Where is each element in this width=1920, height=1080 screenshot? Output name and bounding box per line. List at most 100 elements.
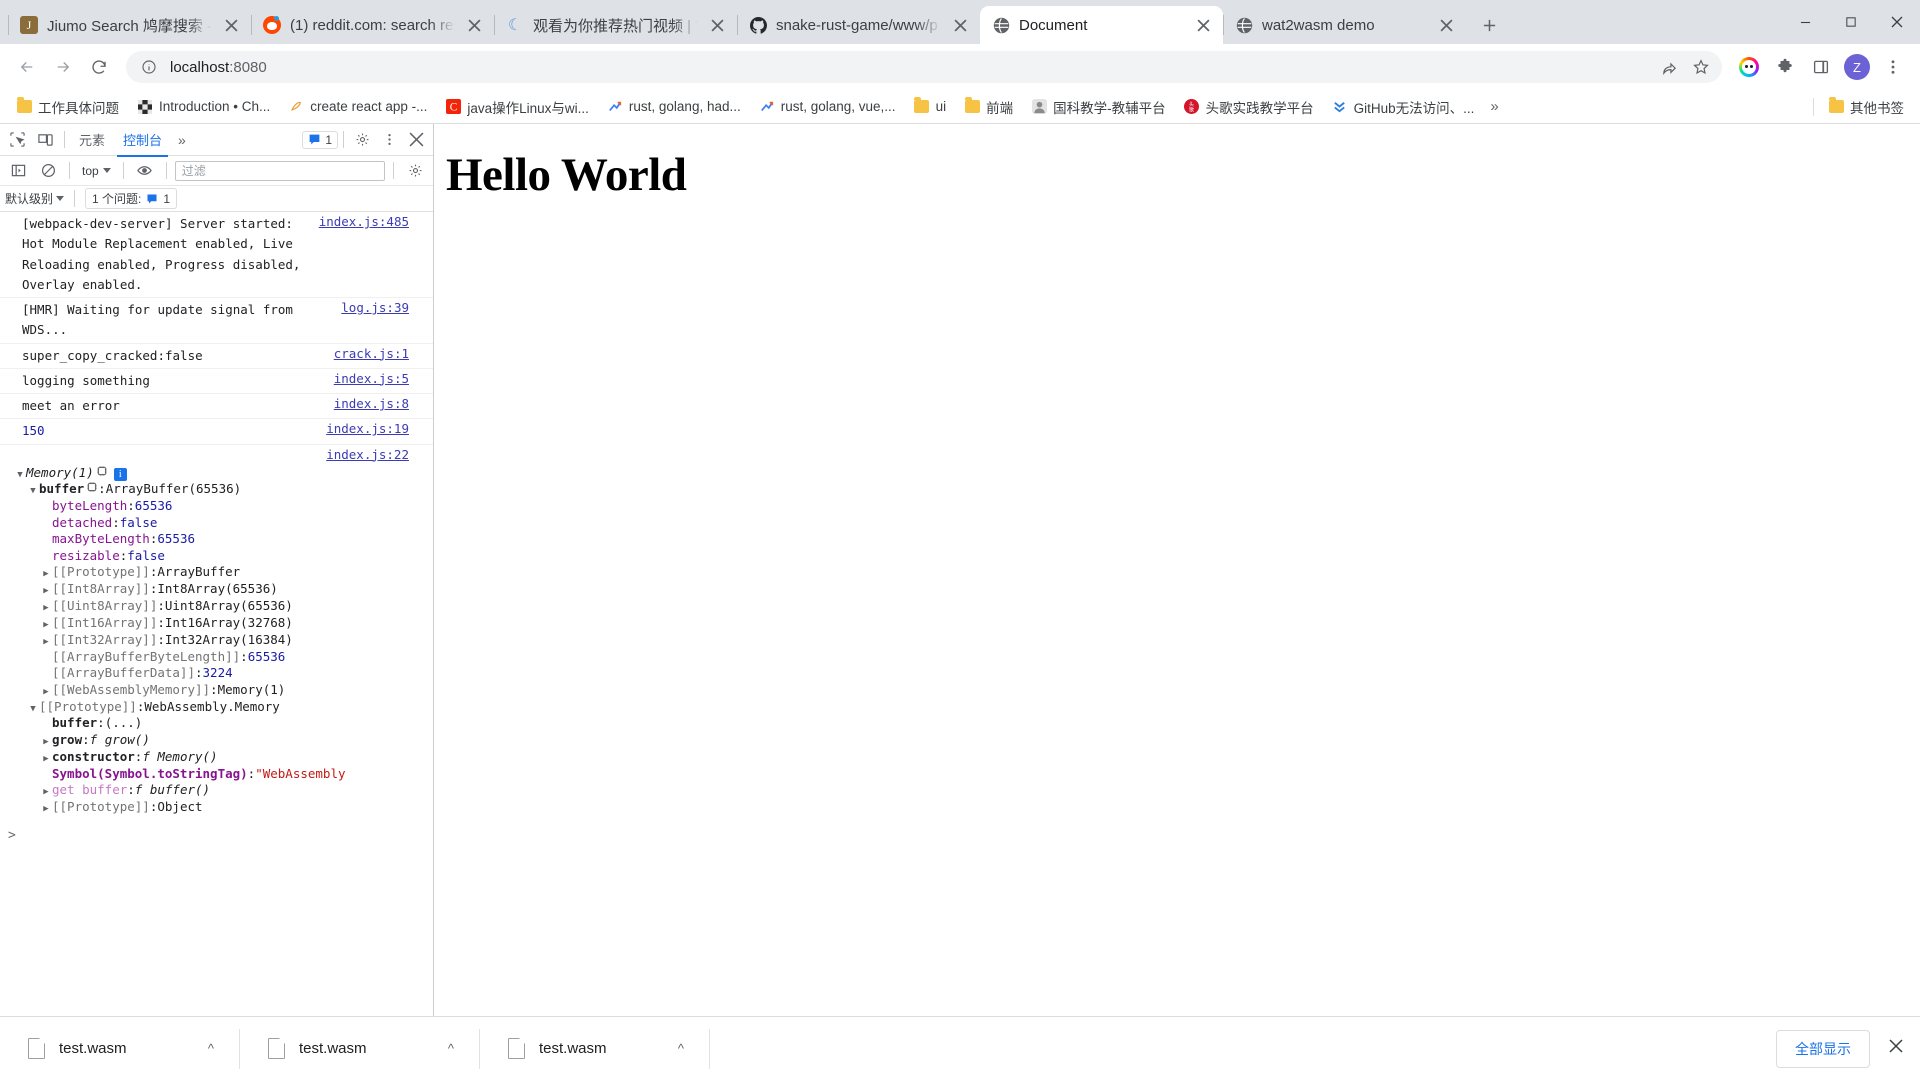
disclosure-triangle-icon[interactable] bbox=[40, 804, 52, 816]
browser-tab-tiktok[interactable]: ☾ 观看为你推荐热门视频 | Tik bbox=[494, 6, 737, 44]
chevron-up-icon[interactable]: ^ bbox=[638, 1041, 684, 1056]
tab-close-button[interactable] bbox=[1193, 15, 1213, 35]
other-bookmarks-button[interactable]: 其他书签 bbox=[1820, 93, 1912, 121]
download-item[interactable]: test.wasm ^ bbox=[240, 1027, 480, 1071]
disclosure-triangle-icon[interactable] bbox=[40, 620, 52, 632]
bookmark-item[interactable]: 国科教学-教辅平台 bbox=[1023, 93, 1174, 121]
inspect-element-icon[interactable] bbox=[4, 127, 30, 153]
log-source-link[interactable]: log.js:39 bbox=[341, 300, 433, 315]
gear-icon[interactable] bbox=[349, 127, 375, 153]
close-icon[interactable] bbox=[1874, 0, 1920, 44]
puzzle-icon[interactable] bbox=[1768, 50, 1802, 84]
browser-tab-jiumo[interactable]: J Jiumo Search 鸠摩搜索 - 丁 bbox=[8, 6, 251, 44]
browser-tab-document[interactable]: Document bbox=[980, 6, 1223, 44]
reload-icon[interactable] bbox=[82, 50, 116, 84]
browser-tab-reddit[interactable]: (1) reddit.com: search res bbox=[251, 6, 494, 44]
devtools-more-tabs-button[interactable]: » bbox=[172, 132, 192, 148]
tab-close-button[interactable] bbox=[464, 15, 484, 35]
console-filter-input[interactable]: 过滤 bbox=[175, 161, 385, 181]
bookmark-item[interactable]: create react app -... bbox=[280, 95, 435, 119]
info-badge-icon[interactable]: i bbox=[114, 468, 127, 481]
issues-summary-pill[interactable]: 1 个问题: 1 bbox=[85, 188, 177, 209]
minimize-icon[interactable] bbox=[1782, 0, 1828, 44]
disclosure-triangle-icon[interactable] bbox=[27, 486, 39, 498]
maximize-icon[interactable] bbox=[1828, 0, 1874, 44]
clear-console-icon[interactable] bbox=[35, 158, 61, 184]
colorful-extension-icon[interactable] bbox=[1732, 50, 1766, 84]
object-tree-node[interactable]: [[Prototype]]: ArrayBuffer bbox=[0, 564, 433, 581]
disclosure-triangle-icon[interactable] bbox=[40, 603, 52, 615]
console-prompt[interactable]: > bbox=[0, 822, 433, 843]
log-source-link[interactable]: index.js:5 bbox=[334, 371, 433, 386]
disclosure-triangle-icon[interactable] bbox=[40, 754, 52, 766]
side-panel-icon[interactable] bbox=[1804, 50, 1838, 84]
object-tree-node[interactable]: [[ArrayBufferData]]: 3224 bbox=[0, 665, 433, 682]
object-tree-node[interactable]: byteLength: 65536 bbox=[0, 498, 433, 515]
share-icon[interactable] bbox=[1654, 52, 1684, 82]
disclosure-triangle-icon[interactable] bbox=[40, 687, 52, 699]
object-tree-node[interactable]: get buffer: f buffer() bbox=[0, 782, 433, 799]
log-source-link[interactable]: index.js:22 bbox=[326, 447, 433, 462]
address-bar[interactable]: localhost:8080 bbox=[126, 51, 1722, 83]
object-tree-node[interactable]: [[Int32Array]]: Int32Array(16384) bbox=[0, 632, 433, 649]
console-level-selector[interactable]: 默认级别 bbox=[5, 190, 64, 207]
back-icon[interactable] bbox=[10, 50, 44, 84]
object-tree-node[interactable]: [[Prototype]]: WebAssembly.Memory bbox=[0, 699, 433, 716]
object-tree-node[interactable]: [[Int8Array]]: Int8Array(65536) bbox=[0, 581, 433, 598]
bookmark-item[interactable]: rust, golang, had... bbox=[599, 95, 749, 119]
disclosure-triangle-icon[interactable] bbox=[40, 586, 52, 598]
disclosure-triangle-icon[interactable] bbox=[14, 470, 26, 482]
console-output[interactable]: [webpack-dev-server] Server started: Hot… bbox=[0, 212, 433, 1016]
bookmark-item[interactable]: ui bbox=[906, 95, 955, 119]
object-tree-node[interactable]: buffer: (...) bbox=[0, 715, 433, 732]
info-circle-icon[interactable] bbox=[138, 56, 160, 78]
show-all-downloads-button[interactable]: 全部显示 bbox=[1776, 1030, 1870, 1068]
star-icon[interactable] bbox=[1686, 52, 1716, 82]
log-source-link[interactable]: index.js:485 bbox=[319, 214, 433, 229]
download-item[interactable]: test.wasm ^ bbox=[480, 1027, 710, 1071]
avatar[interactable]: Z bbox=[1840, 50, 1874, 84]
close-icon[interactable] bbox=[403, 127, 429, 153]
object-tree-node[interactable]: buffer: ArrayBuffer(65536) bbox=[0, 481, 433, 498]
disclosure-triangle-icon[interactable] bbox=[27, 704, 39, 716]
forward-icon[interactable] bbox=[46, 50, 80, 84]
bookmark-item[interactable]: 前端 bbox=[956, 93, 1021, 121]
show-console-sidebar-icon[interactable] bbox=[5, 158, 31, 184]
object-tree-node[interactable]: grow: f grow() bbox=[0, 732, 433, 749]
download-item[interactable]: test.wasm ^ bbox=[0, 1027, 240, 1071]
devtools-tab-console[interactable]: 控制台 bbox=[115, 124, 170, 156]
object-tree-node[interactable]: maxByteLength: 65536 bbox=[0, 531, 433, 548]
bookmark-item[interactable]: Introduction • Ch... bbox=[129, 95, 278, 119]
bookmark-item[interactable]: 头歌 头歌实践教学平台 bbox=[1176, 93, 1322, 121]
device-toolbar-icon[interactable] bbox=[32, 127, 58, 153]
issues-badge[interactable]: 1 bbox=[302, 131, 338, 149]
close-icon[interactable] bbox=[1888, 1038, 1904, 1059]
bookmark-item[interactable]: C java操作Linux与wi... bbox=[437, 93, 597, 121]
three-dot-menu-icon[interactable] bbox=[376, 127, 402, 153]
object-tree-node[interactable]: Symbol(Symbol.toStringTag): "WebAssembly bbox=[0, 766, 433, 783]
console-context-selector[interactable]: top bbox=[78, 162, 115, 180]
object-tree-node[interactable]: [[Int16Array]]: Int16Array(32768) bbox=[0, 615, 433, 632]
disclosure-triangle-icon[interactable] bbox=[40, 787, 52, 799]
tab-close-button[interactable] bbox=[1436, 15, 1456, 35]
disclosure-triangle-icon[interactable] bbox=[40, 637, 52, 649]
log-source-link[interactable]: index.js:19 bbox=[326, 421, 433, 436]
object-tree-node[interactable]: Memory(1)i bbox=[0, 465, 433, 482]
browser-tab-wat2wasm[interactable]: wat2wasm demo bbox=[1223, 6, 1466, 44]
object-tree-node[interactable]: [[ArrayBufferByteLength]]: 65536 bbox=[0, 649, 433, 666]
disclosure-triangle-icon[interactable] bbox=[40, 737, 52, 749]
object-tree-node[interactable]: constructor: f Memory() bbox=[0, 749, 433, 766]
object-tree-node[interactable]: resizable: false bbox=[0, 548, 433, 565]
tab-close-button[interactable] bbox=[221, 15, 241, 35]
new-tab-button[interactable] bbox=[1472, 8, 1506, 42]
chevron-up-icon[interactable]: ^ bbox=[408, 1041, 454, 1056]
log-source-link[interactable]: index.js:8 bbox=[334, 396, 433, 411]
bookmarks-overflow-button[interactable]: » bbox=[1484, 94, 1504, 119]
object-tree-node[interactable]: [[Uint8Array]]: Uint8Array(65536) bbox=[0, 598, 433, 615]
gear-icon[interactable] bbox=[402, 158, 428, 184]
tab-close-button[interactable] bbox=[950, 15, 970, 35]
object-tree-node[interactable]: detached: false bbox=[0, 515, 433, 532]
three-dot-menu-icon[interactable] bbox=[1876, 50, 1910, 84]
object-inspector-tree[interactable]: Memory(1)ibuffer: ArrayBuffer(65536)byte… bbox=[0, 465, 433, 822]
chevron-up-icon[interactable]: ^ bbox=[168, 1041, 214, 1056]
